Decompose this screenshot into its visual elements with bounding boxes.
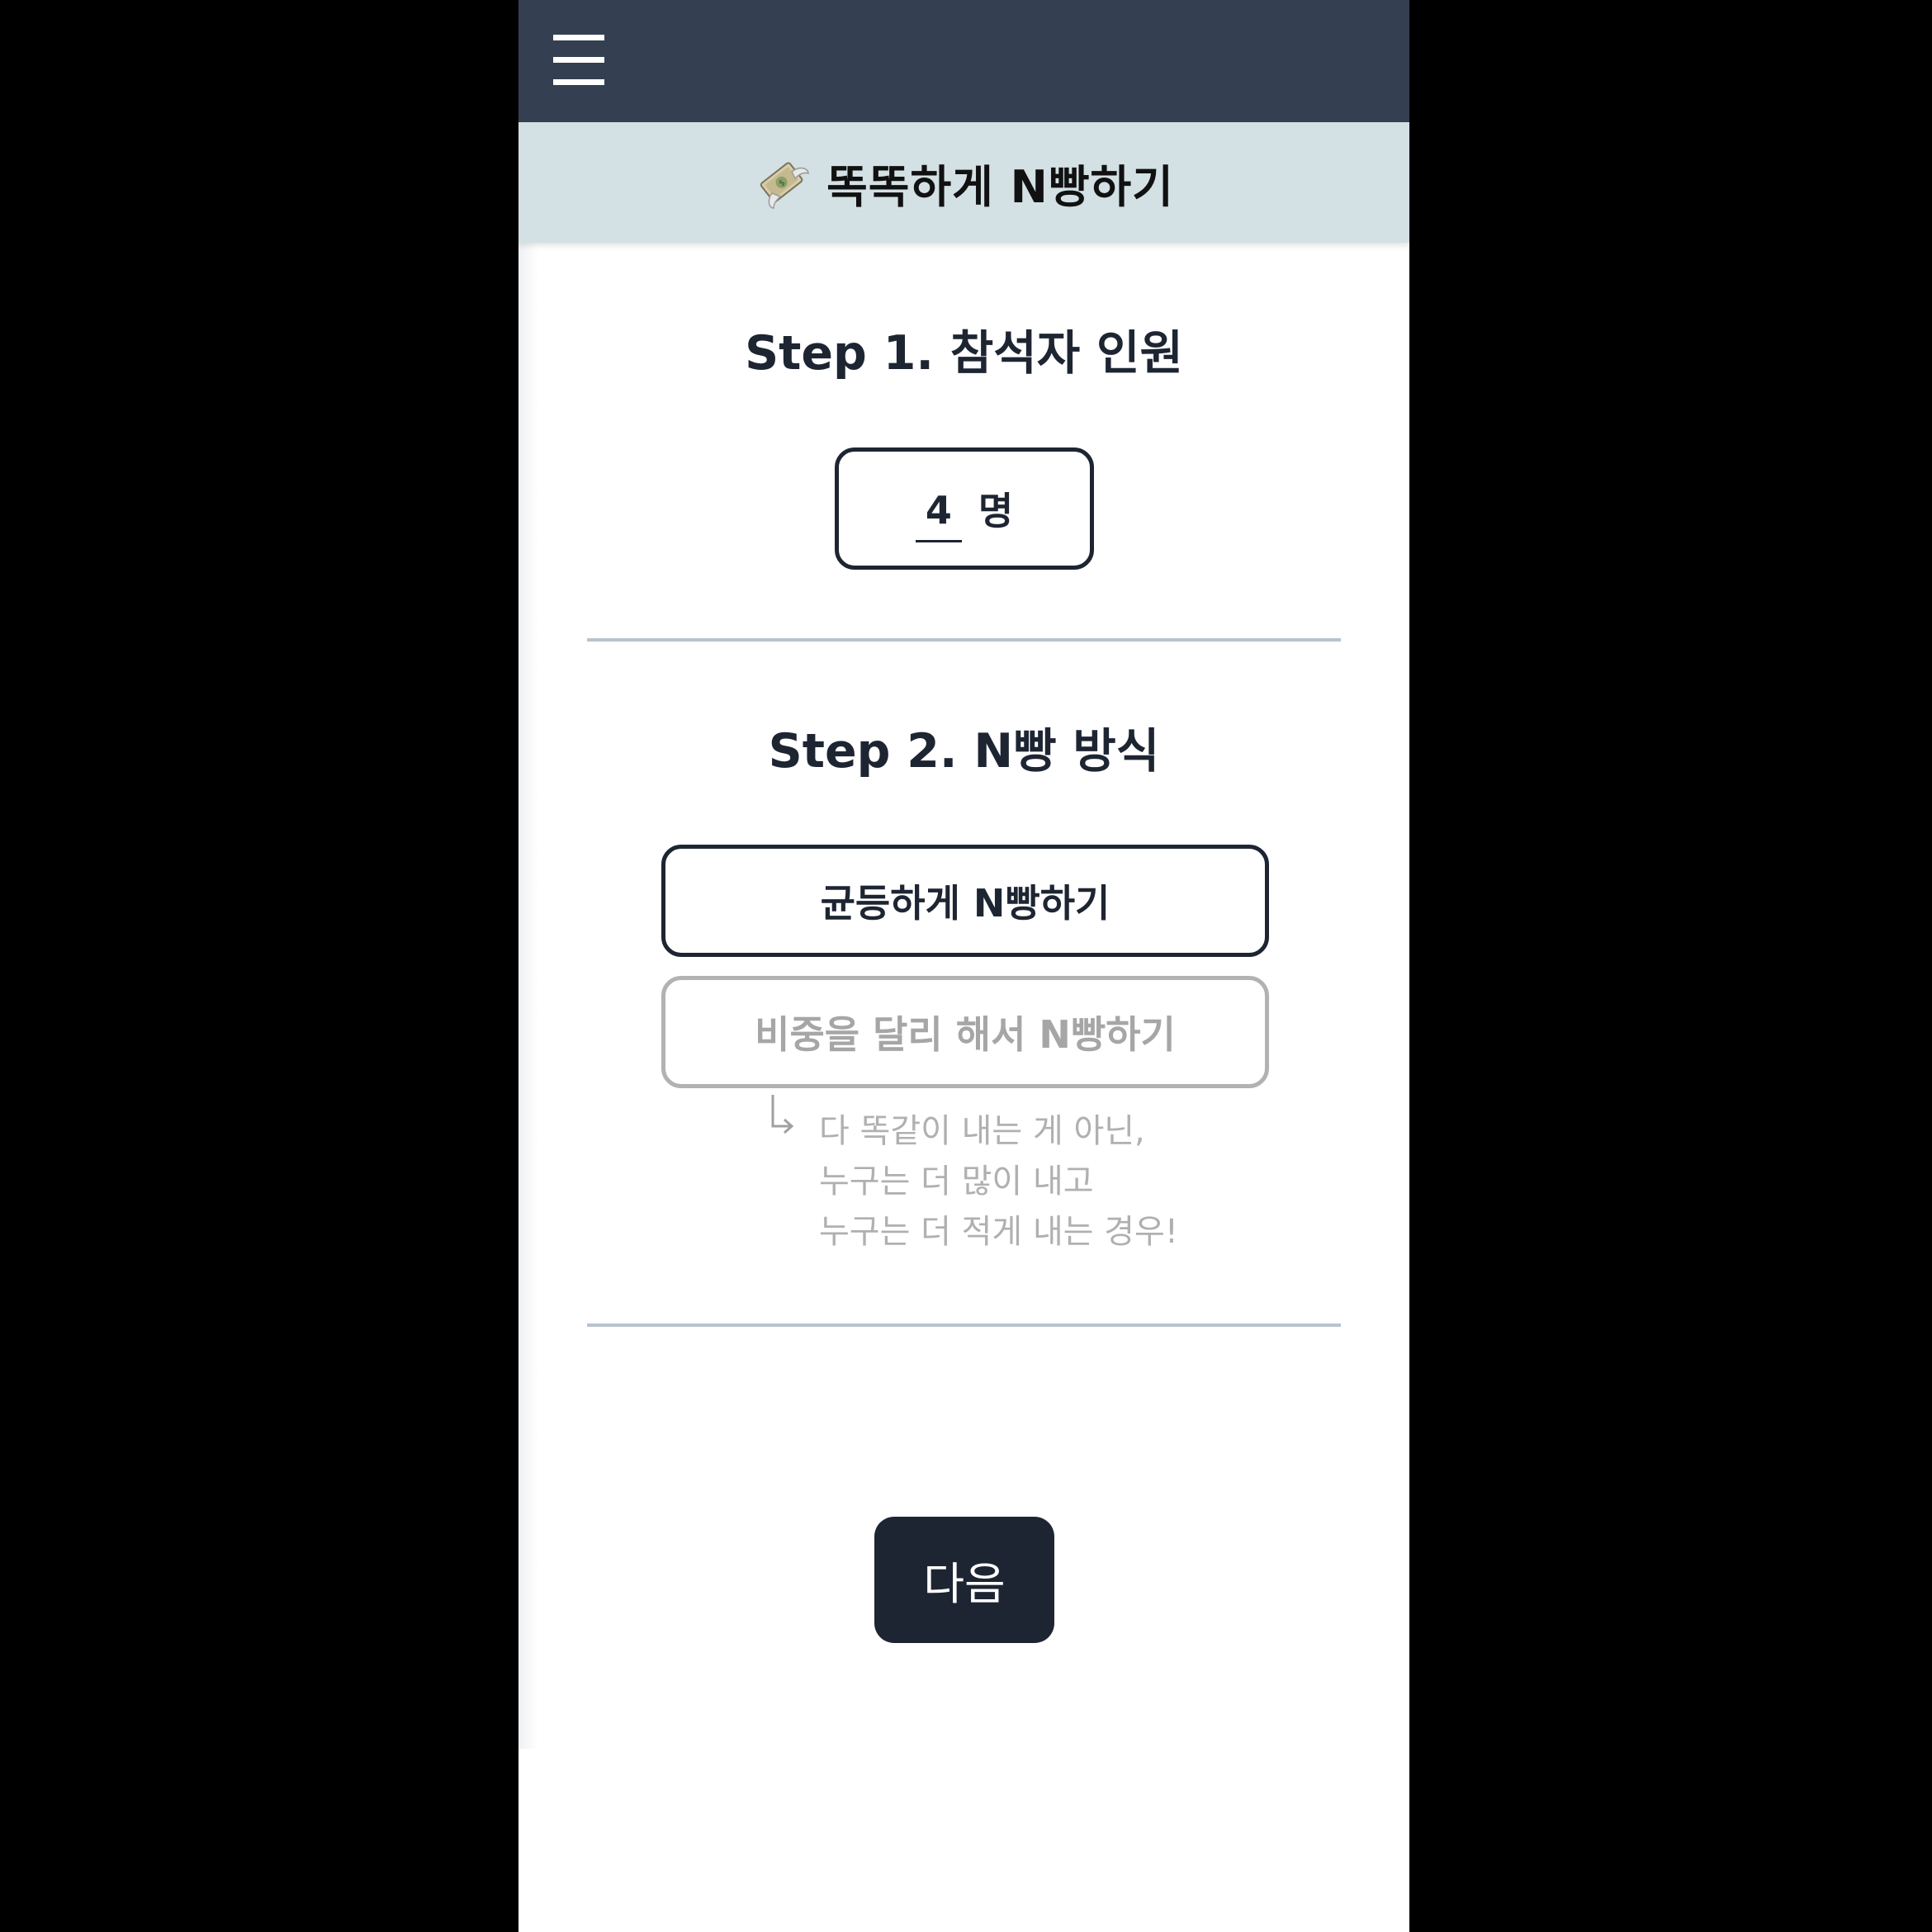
top-navigation-bar: [519, 0, 1409, 122]
title-bar: $ 똑똑하게 N빵하기: [519, 122, 1409, 243]
equal-split-button[interactable]: 균등하게 N빵하기: [661, 845, 1269, 957]
weighted-split-hint: 다 똑같이 내는 게 아닌, 누구는 더 많이 내고 누구는 더 적게 내는 경…: [819, 1106, 1178, 1257]
hint-line: 다 똑같이 내는 게 아닌,: [819, 1112, 1145, 1150]
money-with-wings-icon: $: [760, 162, 809, 209]
hamburger-menu-icon[interactable]: [550, 31, 608, 92]
weighted-split-button[interactable]: 비중을 달리 해서 N빵하기: [661, 976, 1269, 1088]
hint-line: 누구는 더 많이 내고: [819, 1163, 1094, 1200]
section-divider: [587, 638, 1341, 642]
people-count-input[interactable]: [915, 480, 962, 542]
return-arrow-icon: [771, 1095, 794, 1134]
step2-title: Step 2. N빵 방식: [768, 724, 1160, 779]
left-edge-shadow: [519, 0, 538, 1749]
next-button[interactable]: 다음: [874, 1517, 1054, 1643]
hint-line: 누구는 더 적게 내는 경우!: [819, 1213, 1178, 1251]
people-unit-label: 명: [978, 489, 1014, 533]
step1-title: Step 1. 참석자 인원: [745, 326, 1183, 381]
people-count-box: 명: [835, 447, 1094, 570]
app-title: 똑똑하게 N빵하기: [826, 160, 1174, 213]
section-divider: [587, 1324, 1341, 1327]
app-screen: $ 똑똑하게 N빵하기 Step 1. 참석자 인원 명 Step 2. N빵 …: [519, 0, 1409, 1932]
